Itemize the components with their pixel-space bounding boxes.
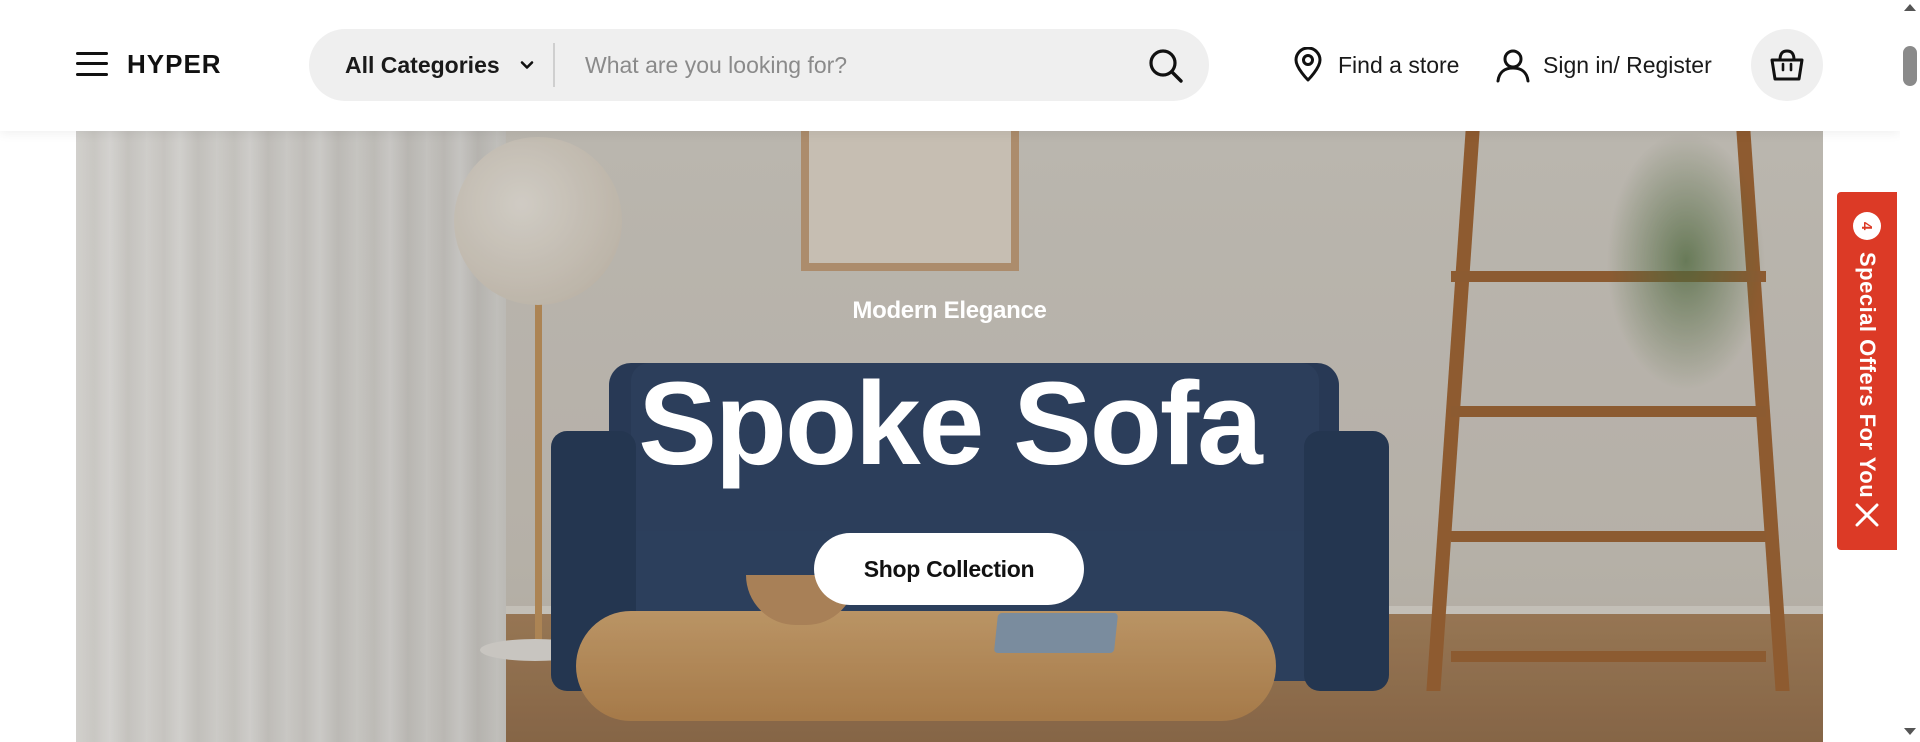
offers-label: Special Offers For You — [1855, 252, 1880, 499]
sign-in-label: Sign in/ Register — [1543, 51, 1712, 78]
search-bar: All Categories — [309, 29, 1209, 101]
cart-button[interactable] — [1751, 29, 1823, 101]
hero-title: Spoke Sofa — [638, 358, 1263, 490]
find-store-link[interactable]: Find a store — [1292, 45, 1459, 85]
search-input[interactable] — [585, 43, 1125, 87]
search-icon[interactable] — [1147, 47, 1185, 85]
close-icon[interactable] — [1854, 502, 1880, 528]
user-icon — [1496, 49, 1530, 83]
search-divider — [553, 43, 555, 87]
shopping-bag-icon — [1770, 49, 1804, 81]
hero-eyebrow: Modern Elegance — [852, 297, 1047, 324]
sign-in-link[interactable]: Sign in/ Register — [1495, 45, 1712, 85]
hamburger-menu-button[interactable] — [76, 50, 110, 78]
location-pin-icon — [1294, 47, 1322, 82]
chevron-down-icon — [520, 61, 533, 69]
site-header: HYPER All Categories Find a store Sign i… — [0, 0, 1900, 131]
scroll-down-arrow-icon[interactable] — [1904, 728, 1916, 735]
find-store-label: Find a store — [1338, 51, 1460, 78]
category-dropdown-label: All Categories — [345, 51, 500, 78]
scroll-thumb[interactable] — [1903, 46, 1917, 86]
shop-collection-button[interactable]: Shop Collection — [814, 533, 1084, 605]
offers-count-badge: 4 — [1853, 212, 1881, 240]
special-offers-tab[interactable]: 4 Special Offers For You — [1837, 192, 1897, 550]
category-dropdown[interactable]: All Categories — [345, 29, 536, 101]
hamburger-icon-bar — [76, 73, 108, 76]
hamburger-icon-bar — [76, 52, 108, 55]
brand-logo[interactable]: HYPER — [127, 49, 222, 79]
hamburger-icon-bar — [76, 62, 108, 65]
hero-banner: Modern Elegance Spoke Sofa Shop Collecti… — [76, 131, 1823, 742]
page-scrollbar[interactable] — [1900, 0, 1920, 742]
scroll-up-arrow-icon[interactable] — [1904, 4, 1916, 11]
